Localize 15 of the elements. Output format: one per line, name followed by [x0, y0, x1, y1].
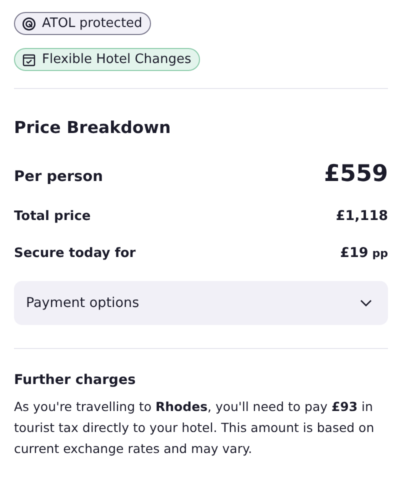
section-title: Further charges [14, 372, 137, 388]
feature-badge: Flexible Hotel Changes [14, 48, 200, 71]
price-label: Total price [14, 209, 91, 224]
payment-options-dropdown[interactable]: Payment options [14, 281, 388, 325]
price-label: Per person [14, 169, 103, 185]
price-unit: pp [372, 247, 388, 260]
price-label: Secure today for [14, 246, 136, 261]
section-title: Price Breakdown [14, 118, 172, 137]
price-value: £1,118 [336, 208, 388, 224]
chevron-down-icon [360, 299, 372, 307]
tax-notice: As you're travelling to Rhodes, you'll need to pay £93 in tourist tax directly to your hotel. This amount is based on current exchange rates and may vary. [14, 398, 376, 458]
price-value: £559 [324, 161, 388, 187]
price-value: £19 [340, 245, 368, 261]
feature-badge: ATOL protected [14, 12, 152, 35]
calendar-check-icon [22, 52, 36, 66]
